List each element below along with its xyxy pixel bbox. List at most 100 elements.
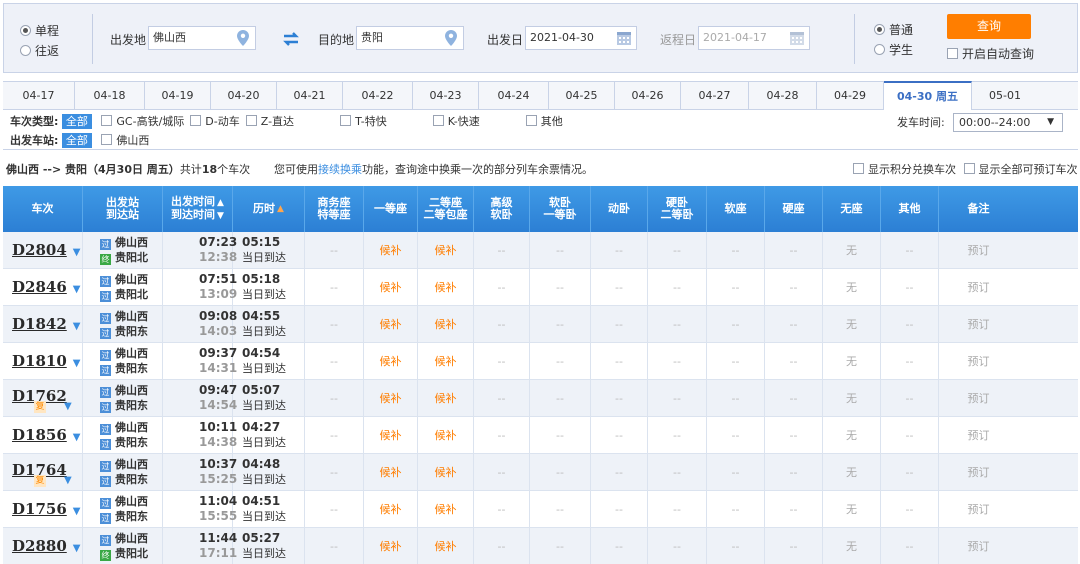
date-tab[interactable]: 04-19 [145, 82, 211, 109]
transfer-link[interactable]: 接续换乘 [318, 163, 362, 176]
date-tab[interactable]: 04-25 [549, 82, 615, 109]
station-option[interactable]: 佛山西 [101, 134, 149, 147]
book-button[interactable]: 预订 [939, 232, 1018, 268]
to-input[interactable]: 贵阳 [356, 26, 464, 50]
chevron-down-icon[interactable]: ▼ [64, 475, 72, 486]
soft-seat-cell: -- [707, 306, 765, 342]
hard-seat-cell: -- [765, 528, 823, 564]
soft-sleeper-cell: -- [530, 269, 591, 305]
second-class-cell[interactable]: 候补 [418, 343, 474, 379]
from-input[interactable]: 佛山西 [148, 26, 256, 50]
arrive-time: 14:03 [199, 324, 238, 338]
col-duration[interactable]: 历时 ▲ [233, 186, 305, 232]
train-number-link[interactable]: D2804 [12, 241, 67, 259]
second-class-cell[interactable]: 候补 [418, 528, 474, 564]
train-type-option[interactable]: D-动车 [190, 115, 240, 128]
col-soft-sleeper-label-2: 一等卧 [543, 208, 577, 221]
train-type-option[interactable]: T-特快 [340, 115, 387, 128]
book-button[interactable]: 预订 [939, 343, 1018, 379]
passenger-type-normal[interactable]: 普通 [874, 20, 913, 40]
train-type-option[interactable]: 其他 [525, 115, 563, 128]
date-tab[interactable]: 04-20 [211, 82, 277, 109]
toggle-all-checkbox[interactable]: 显示全部可预订车次 [963, 163, 1078, 176]
book-button[interactable]: 预订 [939, 454, 1018, 490]
date-tab[interactable]: 04-21 [277, 82, 343, 109]
book-button[interactable]: 预订 [939, 306, 1018, 342]
chevron-down-icon[interactable]: ▼ [73, 284, 81, 295]
date-tab[interactable]: 04-27 [681, 82, 749, 109]
second-class-cell[interactable]: 候补 [418, 417, 474, 453]
premium-soft-cell: -- [474, 306, 530, 342]
chevron-down-icon[interactable]: ▼ [73, 358, 81, 369]
search-button[interactable]: 查询 [947, 14, 1031, 39]
times-cell: 11:04 15:55 [163, 491, 237, 527]
second-class-cell[interactable]: 候补 [418, 306, 474, 342]
first-class-cell[interactable]: 候补 [364, 306, 418, 342]
train-number-link[interactable]: D1842 [12, 315, 67, 333]
chevron-down-icon[interactable]: ▼ [64, 401, 72, 412]
date-tab[interactable]: 04-29 [817, 82, 884, 109]
train-type-all[interactable]: 全部 [61, 114, 92, 129]
train-type-option[interactable]: GC-高铁/城际 [101, 115, 184, 128]
first-class-cell[interactable]: 候补 [364, 417, 418, 453]
auto-query-checkbox[interactable]: 开启自动查询 [947, 46, 1034, 62]
date-tab[interactable]: 04-24 [479, 82, 549, 109]
date-tab[interactable]: 04-28 [749, 82, 817, 109]
train-number-link[interactable]: D2846 [12, 278, 67, 296]
chevron-down-icon[interactable]: ▼ [73, 247, 81, 258]
chevron-down-icon[interactable]: ▼ [73, 432, 81, 443]
train-cell: D1842 ▼ [3, 306, 83, 342]
passenger-type-student[interactable]: 学生 [874, 40, 913, 60]
date-tab[interactable]: 04-22 [343, 82, 413, 109]
date-tab[interactable]: 04-30 周五 [884, 81, 972, 110]
trip-type-oneway[interactable]: 单程 [20, 21, 59, 41]
train-type-option[interactable]: Z-直达 [245, 115, 294, 128]
col-times[interactable]: 出发时间 ▲ 到达时间 ▼ [163, 186, 233, 232]
arrive-time: 14:38 [199, 435, 238, 449]
toggle-points-checkbox[interactable]: 显示积分兑换车次 [853, 163, 956, 176]
trip-type-roundtrip[interactable]: 往返 [20, 41, 59, 61]
return-date-input[interactable]: 2021-04-17 [698, 26, 810, 50]
duration-value: 05:18 [242, 272, 281, 286]
first-class-cell[interactable]: 候补 [364, 491, 418, 527]
book-button[interactable]: 预订 [939, 417, 1018, 453]
station-all[interactable]: 全部 [61, 133, 92, 148]
second-class-cell[interactable]: 候补 [418, 491, 474, 527]
train-type-option[interactable]: K-快速 [432, 115, 480, 128]
first-class-cell[interactable]: 候补 [364, 528, 418, 564]
book-button[interactable]: 预订 [939, 380, 1018, 416]
premium-soft-cell: -- [474, 380, 530, 416]
date-tab[interactable]: 05-01 [972, 82, 1038, 109]
first-class-cell[interactable]: 候补 [364, 380, 418, 416]
first-class-cell[interactable]: 候补 [364, 269, 418, 305]
first-class-cell[interactable]: 候补 [364, 454, 418, 490]
train-number-link[interactable]: D1756 [12, 500, 67, 518]
date-tab[interactable]: 04-23 [413, 82, 479, 109]
second-class-cell[interactable]: 候补 [418, 380, 474, 416]
soft-seat-cell: -- [707, 417, 765, 453]
date-tab[interactable]: 04-26 [615, 82, 681, 109]
chevron-down-icon[interactable]: ▼ [73, 321, 81, 332]
train-number-link[interactable]: D1810 [12, 352, 67, 370]
date-tab[interactable]: 04-17 [3, 82, 75, 109]
first-class-cell[interactable]: 候补 [364, 343, 418, 379]
first-class-cell[interactable]: 候补 [364, 232, 418, 268]
swap-icon[interactable] [282, 32, 300, 46]
depart-time-select[interactable]: 00:00--24:00 ▼ [953, 113, 1063, 132]
col-other: 其他 [881, 186, 939, 232]
book-button[interactable]: 预订 [939, 528, 1018, 564]
times-cell: 10:37 15:25 [163, 454, 237, 490]
from-station: 过佛山西 [100, 235, 148, 250]
second-class-cell[interactable]: 候补 [418, 232, 474, 268]
depart-date-input[interactable]: 2021-04-30 [525, 26, 637, 50]
book-button[interactable]: 预订 [939, 269, 1018, 305]
from-station-name: 佛山西 [115, 347, 148, 360]
second-class-cell[interactable]: 候补 [418, 269, 474, 305]
book-button[interactable]: 预订 [939, 491, 1018, 527]
date-tab[interactable]: 04-18 [75, 82, 145, 109]
chevron-down-icon[interactable]: ▼ [73, 543, 81, 554]
train-number-link[interactable]: D1856 [12, 426, 67, 444]
second-class-cell[interactable]: 候补 [418, 454, 474, 490]
train-number-link[interactable]: D2880 [12, 537, 67, 555]
chevron-down-icon[interactable]: ▼ [73, 506, 81, 517]
